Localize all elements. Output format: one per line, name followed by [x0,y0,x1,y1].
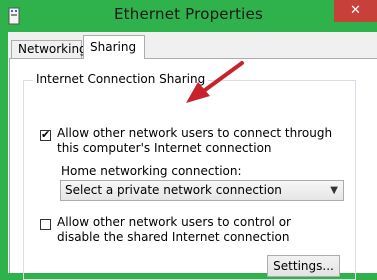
close-button[interactable]: ✕ [334,0,377,22]
tab-networking[interactable]: Networking [11,40,87,58]
settings-button[interactable]: Settings... [267,255,340,277]
title-bar: Ethernet Properties ✕ [0,0,377,36]
allow-connect-checkbox[interactable]: ✔ [40,128,51,141]
window-title: Ethernet Properties [114,5,263,23]
home-connection-select[interactable]: Select a private network connection ▼ [60,180,344,201]
properties-dialog: Networking Sharing Internet Connection S… [8,32,377,280]
allow-connect-label[interactable]: Allow other network users to connect thr… [57,126,337,156]
ics-group-title: Internet Connection Sharing [33,72,209,86]
sharing-panel: Internet Connection Sharing ✔ Allow othe… [9,58,377,280]
allow-control-label[interactable]: Allow other network users to control or … [57,215,337,245]
chevron-down-icon: ▼ [330,185,338,196]
allow-control-checkbox[interactable] [40,219,51,230]
home-connection-label: Home networking connection: [61,164,242,178]
checkmark-icon: ✔ [41,128,51,141]
home-connection-value: Select a private network connection [65,183,282,197]
tab-sharing[interactable]: Sharing [83,35,145,59]
